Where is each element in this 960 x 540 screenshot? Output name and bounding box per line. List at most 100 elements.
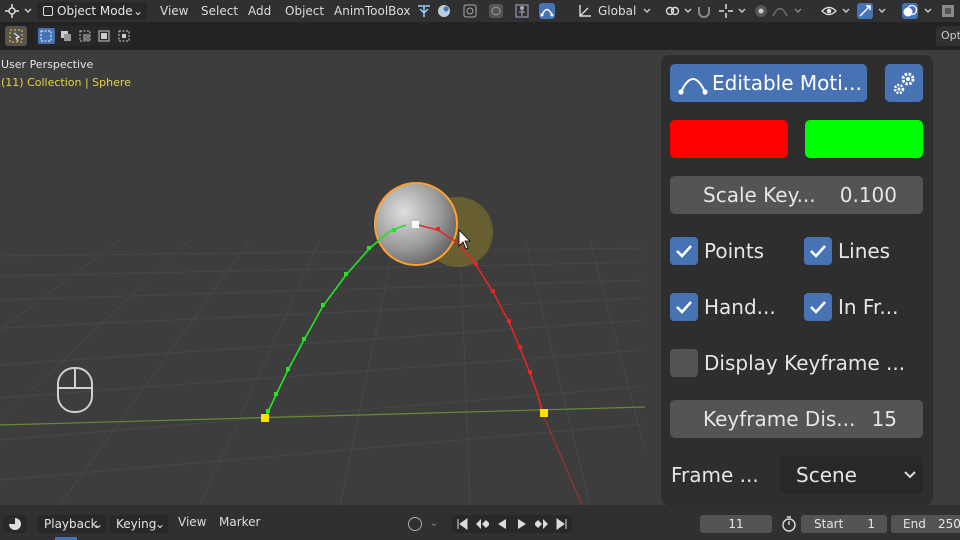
- x-axis-line: [0, 406, 646, 426]
- chevron-down-icon[interactable]: [20, 3, 36, 19]
- jump-end-icon[interactable]: [556, 518, 568, 530]
- select-extend-icon[interactable]: [59, 28, 74, 44]
- keyframe-distance-value: 15: [871, 407, 897, 431]
- timeline-header: Playback ⌄ Keying ⌄ View Marker ⌄ 11 Start…: [0, 505, 960, 540]
- pivot-link-icon[interactable]: [664, 3, 680, 19]
- keyframe-distance-field[interactable]: Keyframe Dis... 15: [670, 400, 923, 438]
- menu-animtoolbox[interactable]: AnimToolBox: [334, 0, 410, 22]
- keyframe-end[interactable]: [540, 409, 548, 417]
- chevron-down-icon: [904, 471, 916, 479]
- prev-keyframe-icon[interactable]: [475, 518, 489, 530]
- frame-label: Frame ...: [671, 463, 759, 487]
- points-checkbox[interactable]: [670, 237, 698, 265]
- before-color-swatch[interactable]: [670, 120, 788, 158]
- ghost-icon[interactable]: [488, 3, 504, 19]
- snap-magnet-icon[interactable]: [696, 3, 712, 19]
- chevron-down-icon: ⌄: [154, 517, 165, 531]
- xray-icon[interactable]: [940, 3, 956, 19]
- auto-keying-icon[interactable]: [408, 517, 422, 531]
- current-frame-marker: [412, 221, 419, 228]
- current-frame-field[interactable]: 11: [700, 515, 772, 533]
- timeline-editor-icon[interactable]: [3, 515, 27, 533]
- viewport-header: Object Mode ⌄ View Select Add Object Ani…: [0, 0, 960, 22]
- jump-start-icon[interactable]: [456, 518, 468, 530]
- menu-select[interactable]: Select: [201, 0, 238, 22]
- scale-keyframe-label: Scale Key...: [703, 183, 816, 207]
- chevron-down-icon[interactable]: [838, 3, 854, 19]
- keying-menu[interactable]: Keying ⌄: [110, 515, 168, 533]
- motion-path-icon[interactable]: [539, 3, 555, 19]
- orientation-label[interactable]: Global: [598, 0, 636, 22]
- floor-grid: [0, 239, 646, 505]
- start-frame-field[interactable]: Start 1: [801, 515, 887, 533]
- chevron-down-icon[interactable]: [680, 3, 696, 19]
- frame-range-dropdown[interactable]: Scene: [780, 456, 923, 494]
- motion-path-icon: [678, 78, 708, 95]
- editor-type-icon[interactable]: [4, 3, 20, 19]
- menu-view[interactable]: View: [160, 0, 188, 22]
- playback-label: Playback: [44, 517, 98, 531]
- settings-button[interactable]: [885, 64, 923, 102]
- select-subtract-icon[interactable]: [78, 28, 93, 44]
- keyframe-start[interactable]: [261, 414, 269, 422]
- object-mode-icon: [43, 6, 53, 16]
- select-mode-group: [35, 26, 131, 46]
- transform-orientation-icon[interactable]: [577, 3, 593, 19]
- select-new-icon[interactable]: [38, 28, 55, 44]
- scale-keyframe-value: 0.100: [839, 183, 897, 207]
- select-intersect-icon[interactable]: [116, 28, 131, 44]
- end-value: 250: [938, 517, 960, 531]
- in-front-checkbox[interactable]: [804, 293, 832, 321]
- mode-label: Object Mode: [57, 4, 133, 18]
- chevron-down-icon[interactable]: [874, 3, 890, 19]
- menu-add[interactable]: Add: [248, 0, 271, 22]
- chevron-down-icon[interactable]: [920, 3, 936, 19]
- armature-icon[interactable]: [514, 3, 530, 19]
- display-keyframe-label: Display Keyframe ...: [704, 351, 906, 375]
- sphere-tool-icon[interactable]: [436, 3, 452, 19]
- display-keyframe-checkbox[interactable]: [670, 349, 698, 377]
- after-color-swatch[interactable]: [805, 120, 923, 158]
- points-label: Points: [704, 239, 765, 263]
- options-button[interactable]: Opt: [936, 26, 960, 46]
- chevron-down-icon[interactable]: [790, 3, 806, 19]
- in-front-label: In Fr...: [838, 295, 899, 319]
- tool-settings-header: Opt: [0, 22, 960, 50]
- select-difference-icon[interactable]: [97, 28, 112, 44]
- play-reverse-icon[interactable]: [496, 518, 508, 530]
- stopwatch-icon[interactable]: [781, 516, 797, 532]
- lines-checkbox[interactable]: [804, 237, 832, 265]
- chevron-down-icon[interactable]: ⌄: [429, 515, 439, 529]
- end-frame-field[interactable]: End 250: [891, 515, 960, 533]
- chevron-down-icon[interactable]: [734, 3, 750, 19]
- gears-icon: [893, 72, 915, 95]
- overlays-icon[interactable]: [902, 3, 918, 19]
- snap-target-icon[interactable]: [718, 3, 734, 19]
- keying-label: Keying: [116, 517, 157, 531]
- chevron-down-icon: ⌄: [132, 4, 143, 18]
- scale-keyframe-field[interactable]: Scale Key... 0.100: [670, 176, 923, 214]
- view-perspective-label: User Perspective: [1, 58, 94, 71]
- frame-range-value: Scene: [796, 463, 857, 487]
- playback-menu[interactable]: Playback ⌄: [38, 515, 106, 533]
- addon-tool-icon[interactable]: [416, 3, 432, 19]
- timeline-view-menu[interactable]: View: [178, 509, 206, 535]
- editable-motion-label: Editable Moti...: [712, 71, 862, 95]
- play-icon[interactable]: [516, 518, 528, 530]
- next-keyframe-icon[interactable]: [534, 518, 549, 530]
- start-value: 1: [867, 517, 875, 531]
- menu-object[interactable]: Object: [285, 0, 324, 22]
- visibility-eye-icon[interactable]: [821, 3, 837, 19]
- gizmo-icon[interactable]: [857, 3, 873, 19]
- proportional-edit-icon[interactable]: [753, 3, 769, 19]
- mouse-icon: [57, 367, 93, 413]
- timeline-marker-menu[interactable]: Marker: [219, 509, 260, 535]
- handles-checkbox[interactable]: [670, 293, 698, 321]
- chevron-down-icon[interactable]: [639, 3, 655, 19]
- onion-skin-icon[interactable]: [462, 3, 478, 19]
- editable-motion-button[interactable]: Editable Moti...: [670, 64, 867, 102]
- motion-path-before: [264, 224, 407, 419]
- falloff-curve-icon[interactable]: [772, 3, 788, 19]
- mode-dropdown[interactable]: Object Mode ⌄: [37, 2, 147, 20]
- select-tool-icon[interactable]: [5, 26, 27, 46]
